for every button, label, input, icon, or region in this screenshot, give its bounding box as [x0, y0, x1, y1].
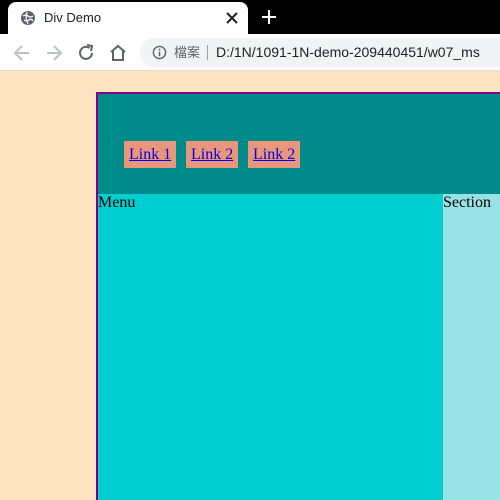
arrow-right-icon[interactable] — [44, 43, 64, 63]
menu-panel: Menu — [98, 194, 443, 500]
menu-label: Menu — [98, 194, 136, 211]
omnibox-divider — [207, 45, 208, 60]
nav-link-2[interactable]: Link 2 — [186, 141, 239, 168]
section-label: Section — [443, 194, 491, 211]
nav-link-3[interactable]: Link 2 — [248, 141, 301, 168]
section-panel: Section — [443, 194, 500, 500]
tab-title: Div Demo — [44, 10, 102, 25]
browser-toolbar: 檔案 D:/1N/1091-1N-demo-209440451/w07_ms — [0, 34, 500, 71]
close-icon[interactable] — [224, 10, 240, 26]
page-header: Link 1 Link 2 Link 2 — [98, 94, 500, 194]
globe-icon — [21, 11, 35, 25]
plus-icon[interactable] — [260, 8, 278, 26]
browser-tab[interactable]: Div Demo — [8, 2, 248, 34]
security-label: 檔案 — [174, 45, 201, 60]
address-bar[interactable]: 檔案 D:/1N/1091-1N-demo-209440451/w07_ms — [140, 38, 500, 67]
arrow-left-icon[interactable] — [12, 43, 32, 63]
nav-link-1[interactable]: Link 1 — [124, 141, 177, 168]
page-viewport: Link 1 Link 2 Link 2 Menu Section — [0, 71, 500, 500]
home-icon[interactable] — [108, 43, 128, 63]
info-icon[interactable] — [152, 45, 167, 60]
url-text[interactable]: D:/1N/1091-1N-demo-209440451/w07_ms — [216, 44, 480, 61]
page-container: Link 1 Link 2 Link 2 Menu Section — [96, 92, 500, 500]
reload-icon[interactable] — [76, 43, 96, 63]
tab-strip: Div Demo — [0, 0, 500, 34]
